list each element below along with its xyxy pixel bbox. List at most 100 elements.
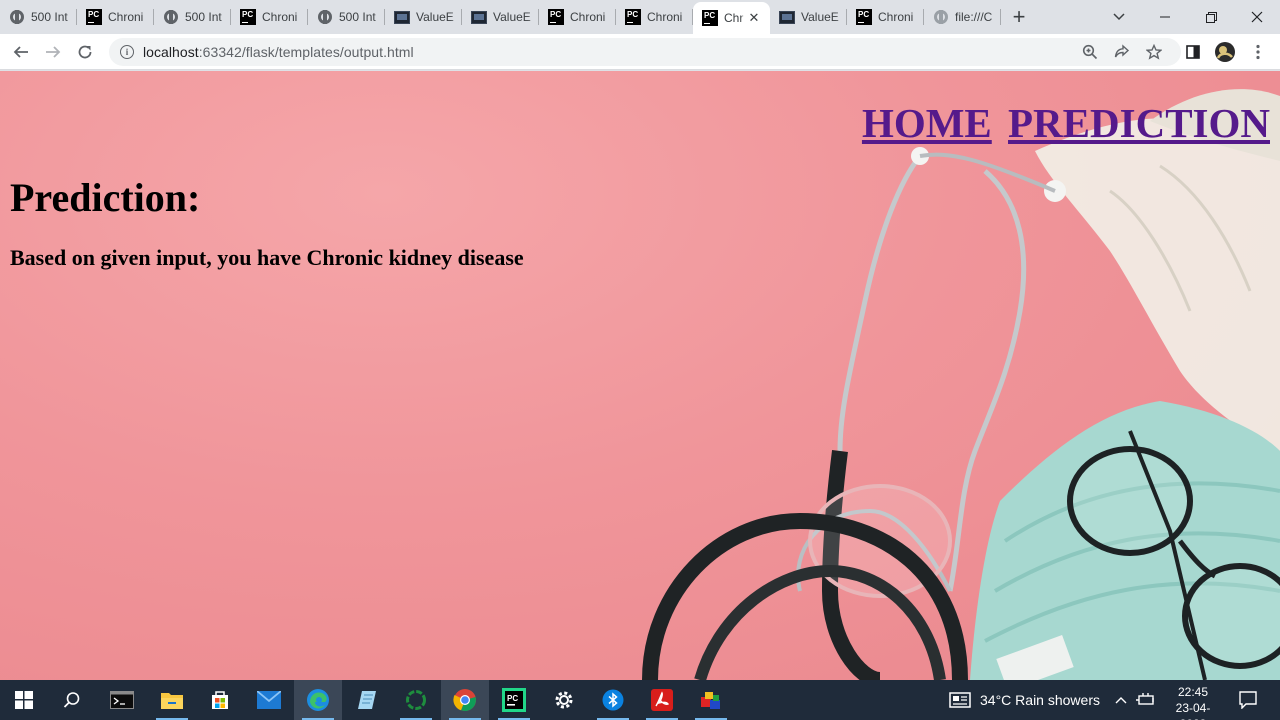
site-info-icon[interactable]: i <box>120 45 134 59</box>
circle-progress-icon <box>406 690 426 710</box>
valueerror-icon <box>779 9 795 25</box>
url-host: localhost <box>143 44 199 60</box>
pdf-icon <box>651 689 673 711</box>
pycharm-icon: PC <box>856 9 872 25</box>
search-icon <box>63 692 80 708</box>
browser-tab[interactable]: PC Chroni <box>616 0 693 34</box>
tab-active[interactable]: PC Chr ✕ <box>693 2 770 34</box>
prediction-link[interactable]: PREDICTION <box>1008 100 1270 146</box>
gear-icon <box>555 691 573 709</box>
taskbar-app[interactable] <box>687 680 735 720</box>
taskbar-acrobat[interactable] <box>638 680 686 720</box>
tab-title: Chroni <box>570 10 606 24</box>
taskbar-settings[interactable] <box>540 680 588 720</box>
tab-title: 500 Int <box>185 10 222 24</box>
forward-button[interactable] <box>39 38 67 66</box>
valueerror-icon <box>471 9 487 25</box>
tab-title: file:///C <box>955 10 993 24</box>
taskbar-pycharm[interactable]: PC <box>490 680 538 720</box>
reload-button[interactable] <box>71 38 99 66</box>
tab-title: ValueE <box>801 10 839 24</box>
taskbar-notepad[interactable] <box>343 680 391 720</box>
network-status[interactable] <box>1134 680 1158 720</box>
pycharm-icon: PC <box>548 9 564 25</box>
zoom-icon[interactable] <box>1081 43 1099 61</box>
browser-menu-button[interactable] <box>1244 38 1272 66</box>
arrow-left-icon <box>13 46 28 58</box>
browser-tab[interactable]: ValueE <box>385 0 462 34</box>
globe-icon <box>317 9 333 25</box>
share-icon[interactable] <box>1113 43 1131 61</box>
notepad-icon <box>358 691 376 709</box>
show-hidden-icons-button[interactable] <box>1110 680 1132 720</box>
tab-title: Chr <box>724 11 744 25</box>
notification-icon <box>1239 691 1257 709</box>
taskbar-edge[interactable] <box>294 680 342 720</box>
taskbar-store[interactable] <box>196 680 244 720</box>
browser-tab[interactable]: PC Chroni <box>231 0 308 34</box>
url-text[interactable]: localhost:63342/flask/templates/output.h… <box>143 44 414 60</box>
tab-title: ValueE <box>416 10 454 24</box>
more-vert-icon <box>1256 44 1260 60</box>
page-navigation: HOME PREDICTION <box>856 99 1270 147</box>
taskbar-loading-app[interactable] <box>392 680 440 720</box>
weather-widget-icon[interactable] <box>946 680 974 720</box>
globe-icon <box>9 9 25 25</box>
stethoscope-background-image <box>642 89 1280 680</box>
close-icon <box>1251 11 1263 23</box>
browser-tab[interactable]: PC Chroni <box>77 0 154 34</box>
edge-icon <box>307 689 329 711</box>
search-button[interactable] <box>48 680 96 720</box>
tab-search-button[interactable] <box>1104 0 1134 34</box>
browser-tab[interactable]: PC Chroni <box>539 0 616 34</box>
chevron-up-icon <box>1115 697 1127 704</box>
bookmark-star-icon[interactable] <box>1145 43 1163 61</box>
taskbar-mail[interactable] <box>245 680 293 720</box>
windows-taskbar: PC 34°C Rain showers 22:45 23-04-2023 <box>0 680 1280 720</box>
notification-center-button[interactable] <box>1230 680 1266 720</box>
back-button[interactable] <box>7 38 35 66</box>
profile-avatar[interactable] <box>1211 38 1239 66</box>
browser-tab[interactable]: ValueE <box>462 0 539 34</box>
browser-tab[interactable]: 500 Int <box>308 0 385 34</box>
taskbar-bluetooth[interactable] <box>589 680 637 720</box>
globe-icon <box>163 9 179 25</box>
home-link[interactable]: HOME <box>862 100 992 146</box>
bluetooth-icon <box>602 689 624 711</box>
chevron-down-icon <box>1113 13 1125 21</box>
browser-tab[interactable]: 500 Int <box>154 0 231 34</box>
close-tab-icon[interactable]: ✕ <box>746 10 762 26</box>
tab-title: 500 Int <box>31 10 68 24</box>
pycharm-icon: PC <box>86 9 102 25</box>
pycharm-icon: PC <box>702 10 718 26</box>
url-path: :63342/flask/templates/output.html <box>198 44 414 60</box>
browser-tab[interactable]: 500 Int <box>0 0 77 34</box>
taskbar-chrome[interactable] <box>441 680 489 720</box>
web-page: HOME PREDICTION Prediction: Based on giv… <box>0 71 1280 680</box>
clock-time: 22:45 <box>1177 685 1209 699</box>
tab-list: 500 Int PC Chroni 500 Int PC Chroni 500 Int Val… <box>0 0 1001 34</box>
browser-tab[interactable]: file:///C <box>924 0 1001 34</box>
system-clock[interactable]: 22:45 23-04-2023 <box>1163 684 1223 720</box>
store-icon <box>212 691 228 709</box>
page-title: Prediction: <box>10 175 201 220</box>
chrome-icon <box>453 689 476 712</box>
minimize-button[interactable] <box>1142 0 1188 34</box>
browser-tab[interactable]: ValueE <box>770 0 847 34</box>
tab-title: Chroni <box>878 10 914 24</box>
news-icon <box>949 692 971 708</box>
tab-title: Chroni <box>647 10 683 24</box>
pycharm-icon: PC <box>240 9 256 25</box>
restore-button[interactable] <box>1188 0 1234 34</box>
side-panel-button[interactable] <box>1179 38 1207 66</box>
address-bar[interactable]: i localhost:63342/flask/templates/output… <box>109 38 1181 66</box>
weather-text[interactable]: 34°C Rain showers <box>980 692 1100 708</box>
browser-tab[interactable]: PC Chroni <box>847 0 924 34</box>
tab-title: 500 Int <box>339 10 376 24</box>
taskbar-file-explorer[interactable] <box>148 680 196 720</box>
start-button[interactable] <box>0 680 48 720</box>
close-window-button[interactable] <box>1234 0 1280 34</box>
tab-title: ValueE <box>493 10 531 24</box>
taskbar-terminal[interactable] <box>98 680 146 720</box>
new-tab-button[interactable]: + <box>1001 0 1037 34</box>
